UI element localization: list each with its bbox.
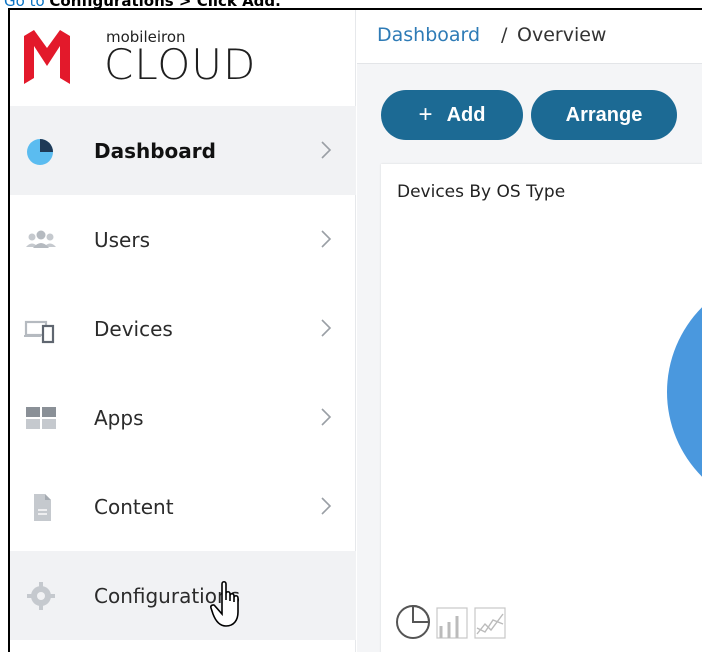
breadcrumb-dashboard-link[interactable]: Dashboard	[377, 24, 480, 46]
chevron-right-icon	[321, 319, 332, 337]
app-window: mobileiron CLOUD Dashboard Users Devices…	[8, 8, 702, 652]
chevron-right-icon	[321, 141, 332, 159]
card-title: Devices By OS Type	[397, 182, 566, 202]
arrange-button-label: Arrange	[565, 103, 643, 126]
sidebar-item-apps[interactable]: Apps	[10, 373, 356, 462]
sidebar-item-label: Users	[94, 227, 151, 252]
chevron-right-icon	[321, 230, 332, 248]
sidebar-item-configurations[interactable]: Configurations	[10, 551, 356, 640]
hand-cursor-icon	[210, 580, 239, 627]
os-pie-chart[interactable]	[667, 272, 702, 512]
breadcrumb: Dashboard / Overview	[357, 10, 702, 64]
sidebar-item-label: Dashboard	[94, 138, 216, 163]
brand-main: CLOUD	[104, 40, 257, 89]
chevron-right-icon	[321, 497, 332, 515]
arrange-button[interactable]: Arrange	[531, 90, 677, 140]
gear-icon	[27, 582, 55, 610]
bar-chart-icon[interactable]	[436, 607, 468, 639]
apps-grid-icon	[26, 407, 56, 429]
sidebar-item-label: Content	[94, 494, 174, 519]
chart-type-switcher	[396, 604, 506, 639]
document-icon	[34, 494, 51, 521]
breadcrumb-separator: /	[501, 24, 508, 46]
chevron-right-icon	[321, 408, 332, 426]
add-button-label: Add	[446, 103, 486, 126]
devices-icon	[24, 320, 55, 344]
sidebar-item-label: Devices	[94, 316, 173, 341]
breadcrumb-current: Overview	[517, 24, 607, 46]
pie-chart-icon[interactable]	[396, 604, 431, 639]
sidebar-item-users[interactable]: Users	[10, 195, 356, 284]
main-content: Dashboard / Overview + Add Arrange Devic…	[357, 10, 702, 652]
devices-by-os-card: Devices By OS Type	[381, 164, 702, 652]
instruction-text: Go to Configurations > Click Add.	[0, 0, 702, 8]
pie-chart-icon	[27, 139, 53, 165]
sidebar-nav: Dashboard Users Devices Apps Content Con…	[10, 106, 356, 640]
sidebar: mobileiron CLOUD Dashboard Users Devices…	[10, 10, 356, 652]
sidebar-item-label: Apps	[94, 405, 144, 430]
brand-header: mobileiron CLOUD	[10, 10, 356, 106]
users-icon	[26, 230, 56, 248]
sidebar-item-content[interactable]: Content	[10, 462, 356, 551]
add-button[interactable]: + Add	[381, 90, 523, 140]
sidebar-item-dashboard[interactable]: Dashboard	[10, 106, 356, 195]
mobileiron-logo-icon	[24, 30, 70, 84]
line-chart-icon[interactable]	[474, 607, 506, 639]
sidebar-item-devices[interactable]: Devices	[10, 284, 356, 373]
plus-icon: +	[418, 101, 433, 128]
